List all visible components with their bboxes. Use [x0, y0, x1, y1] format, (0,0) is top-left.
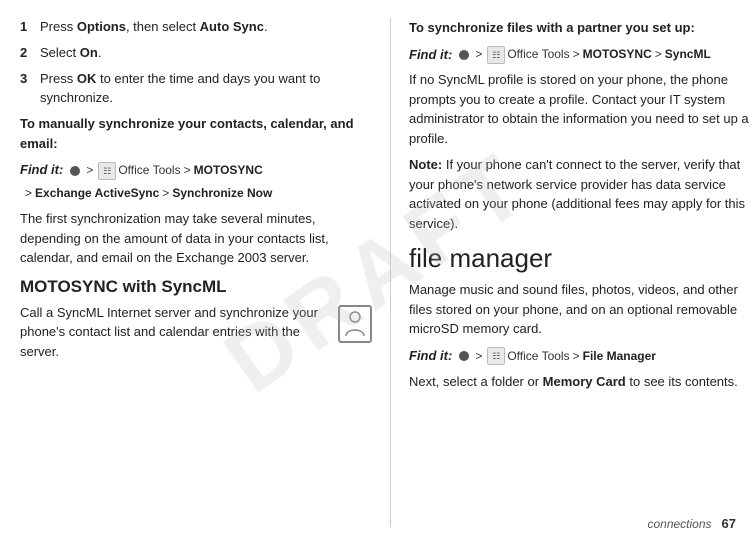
bullet-dot-3	[459, 351, 469, 361]
find-it-label1: Find it:	[20, 160, 63, 181]
sync-partner-heading: To synchronize files with a partner you …	[409, 18, 756, 38]
on-bold: On	[80, 45, 98, 60]
file-manager-body: Manage music and sound files, photos, vi…	[409, 280, 756, 339]
step-1: 1 Press Options, then select Auto Sync.	[20, 18, 372, 37]
bullet-dot-2	[459, 50, 469, 60]
office-tools-label3: Office Tools	[507, 347, 569, 366]
step-3: 3 Press OK to enter the time and days yo…	[20, 70, 372, 108]
office-tools-label1: Office Tools	[118, 161, 180, 180]
ok-bold: OK	[77, 71, 97, 86]
find-it-label3: Find it:	[409, 346, 452, 367]
footer: connections 67	[647, 516, 736, 531]
step-1-text: Press Options, then select Auto Sync.	[40, 18, 268, 37]
sync-partner-bold: To synchronize files with a partner you …	[409, 20, 695, 35]
first-sync-text: The first synchronization may take sever…	[20, 209, 372, 268]
arrow-1: >	[86, 161, 93, 180]
manually-bold: To manually synchronize your contacts, c…	[20, 116, 354, 151]
step-2-text: Select On.	[40, 44, 101, 63]
arrow-fm2: >	[573, 347, 580, 366]
options-bold: Options	[77, 19, 126, 34]
find-it-label2: Find it:	[409, 45, 452, 66]
arrow-3: >	[25, 184, 32, 203]
motosync-body: Call a SyncML Internet server and synchr…	[20, 303, 372, 362]
synchronize-now-label: Synchronize Now	[172, 184, 272, 203]
office-tools-icon-3: ☷	[487, 347, 505, 365]
step-2: 2 Select On.	[20, 44, 372, 63]
arrow-4: >	[162, 184, 169, 203]
arrow-r3: >	[655, 45, 662, 64]
motosync-label: MOTOSYNC	[194, 161, 263, 180]
note-block: Note: If your phone can't connect to the…	[409, 155, 756, 233]
syncml-body: If no SyncML profile is stored on your p…	[409, 70, 756, 148]
memory-card-label: Memory Card	[543, 374, 626, 389]
office-tools-label2: Office Tools	[507, 45, 569, 64]
next-text-before: Next, select a folder or	[409, 374, 543, 389]
connections-text: connections	[647, 517, 711, 531]
next-text-block: Next, select a folder or Memory Card to …	[409, 372, 756, 392]
motosync-section: Call a SyncML Internet server and synchr…	[20, 303, 372, 362]
exchange-activesync-label: Exchange ActiveSync	[35, 184, 159, 203]
manually-heading: To manually synchronize your contacts, c…	[20, 114, 372, 153]
right-column: To synchronize files with a partner you …	[390, 18, 756, 527]
autosync-bold: Auto Sync	[200, 19, 264, 34]
office-tools-icon-1: ☷	[98, 162, 116, 180]
step-num-2: 2	[20, 44, 36, 63]
arrow-r2: >	[573, 45, 580, 64]
find-it-nav-fm: Find it: > ☷ Office Tools > File Manager	[409, 346, 756, 367]
find-it-nav1: Find it: > ☷ Office Tools > MOTOSYNC	[20, 160, 372, 181]
file-manager-label: File Manager	[583, 347, 656, 366]
syncml-label: SyncML	[665, 45, 711, 64]
page-number: 67	[722, 516, 736, 531]
note-text: If your phone can't connect to the serve…	[409, 157, 745, 231]
next-text-after: to see its contents.	[626, 374, 738, 389]
arrow-fm1: >	[475, 347, 482, 366]
step-num-3: 3	[20, 70, 36, 108]
find-it-nav1b: > Exchange ActiveSync > Synchronize Now	[20, 184, 372, 203]
left-column: 1 Press Options, then select Auto Sync. …	[20, 18, 390, 527]
file-manager-heading: file manager	[409, 243, 756, 274]
find-it-nav-syncml: Find it: > ☷ Office Tools > MOTOSYNC > S…	[409, 45, 756, 66]
motosync-heading: MOTOSYNC with SyncML	[20, 276, 372, 298]
person-icon	[338, 305, 372, 343]
step-num-1: 1	[20, 18, 36, 37]
step-3-text: Press OK to enter the time and days you …	[40, 70, 372, 108]
arrow-2: >	[184, 161, 191, 180]
office-tools-icon-2: ☷	[487, 46, 505, 64]
bullet-dot-1	[70, 166, 80, 176]
note-label: Note:	[409, 157, 442, 172]
arrow-r1: >	[475, 45, 482, 64]
motosync-label-r: MOTOSYNC	[583, 45, 652, 64]
